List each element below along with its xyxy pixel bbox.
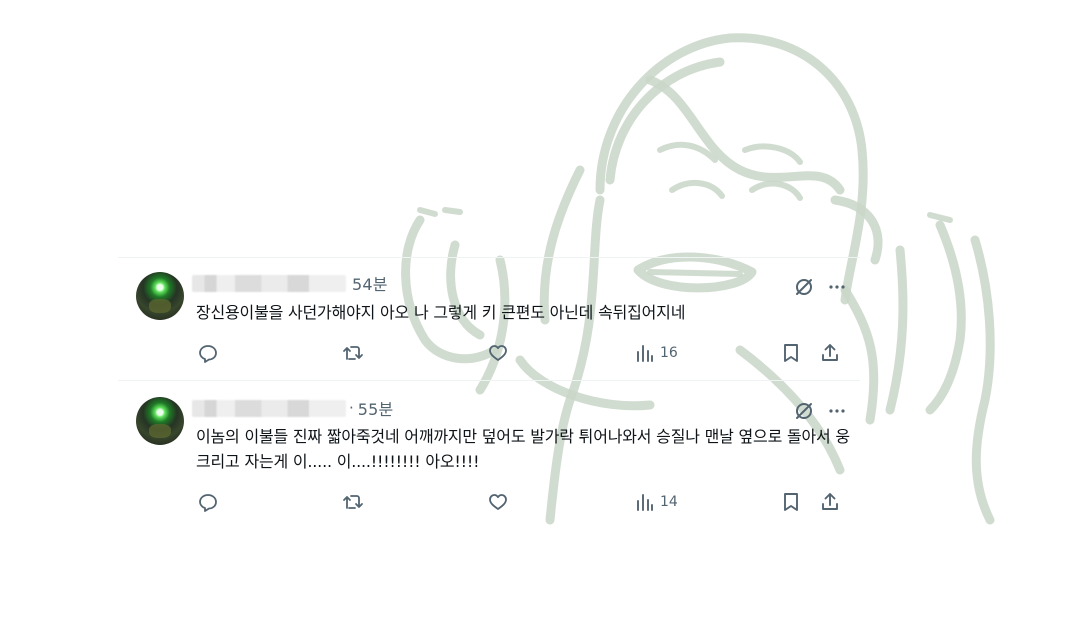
repost-icon [342, 343, 364, 363]
grok-icon[interactable] [794, 401, 814, 421]
post-header-actions [794, 277, 846, 297]
views-count: 16 [660, 345, 678, 361]
repost-button[interactable] [342, 492, 364, 512]
bookmark-icon [782, 343, 800, 363]
repost-button[interactable] [342, 343, 364, 363]
reply-icon [198, 343, 218, 363]
reply-icon [198, 492, 218, 512]
share-icon [820, 492, 840, 512]
author-line: 54분 [192, 271, 388, 295]
like-icon [488, 343, 508, 363]
post-header-actions [794, 401, 846, 421]
bookmark-button[interactable] [782, 492, 800, 512]
top-divider [118, 257, 860, 258]
post-text: 장신용이불을 사던가해야지 아오 나 그렇게 키 큰편도 아닌데 속뒤집어지네 [196, 303, 686, 322]
share-button[interactable] [820, 343, 840, 363]
post-divider [118, 380, 860, 381]
reply-button[interactable] [198, 343, 218, 363]
like-button[interactable] [488, 492, 508, 512]
views-button[interactable]: 16 [636, 343, 678, 363]
reply-button[interactable] [198, 492, 218, 512]
views-count: 14 [660, 494, 678, 510]
post-action-bar: 14 [196, 492, 848, 514]
share-button[interactable] [820, 492, 840, 512]
blurred-username[interactable] [192, 274, 346, 292]
blurred-username[interactable] [192, 399, 346, 417]
more-icon[interactable] [828, 408, 846, 414]
views-icon [636, 343, 654, 363]
views-button[interactable]: 14 [636, 492, 678, 512]
avatar[interactable] [136, 397, 184, 445]
separator-dot: · [349, 399, 354, 417]
bookmark-button[interactable] [782, 343, 800, 363]
author-line: · 55분 [192, 396, 394, 420]
post-text: 이놈의 이불들 진짜 짧아죽것네 어깨까지만 덮어도 발가락 튀어나와서 승질나… [196, 427, 850, 471]
views-icon [636, 492, 654, 512]
avatar[interactable] [136, 272, 184, 320]
post-action-bar: 16 [196, 343, 848, 365]
repost-icon [342, 492, 364, 512]
more-icon[interactable] [828, 284, 846, 290]
share-icon [820, 343, 840, 363]
post-timestamp[interactable]: 54분 [352, 271, 388, 295]
like-button[interactable] [488, 343, 508, 363]
like-icon [488, 492, 508, 512]
bookmark-icon [782, 492, 800, 512]
grok-icon[interactable] [794, 277, 814, 297]
post-timestamp[interactable]: 55분 [358, 396, 394, 420]
